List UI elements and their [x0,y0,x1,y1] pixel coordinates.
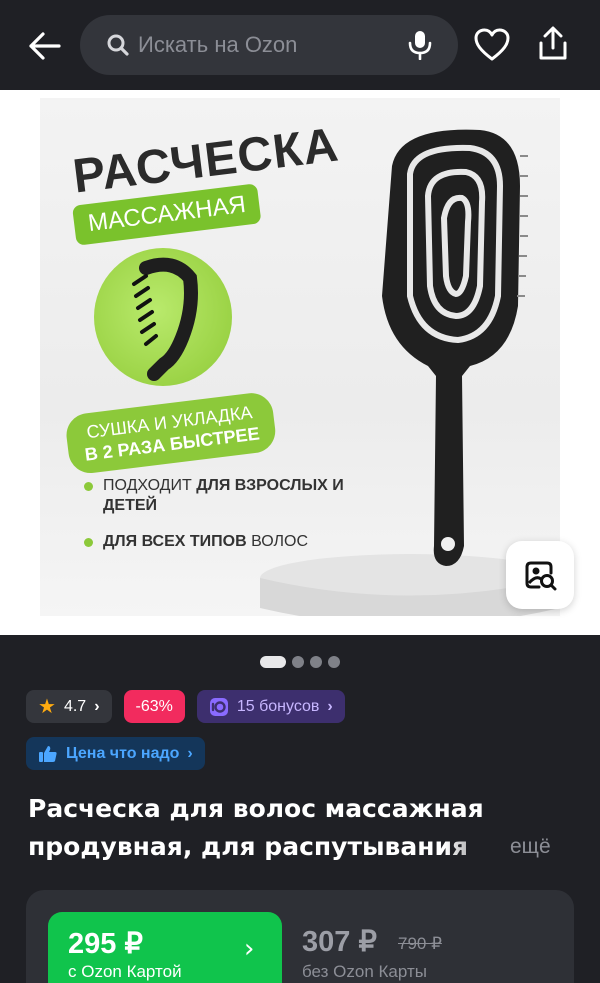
bonus-badge[interactable]: 15 бонусов › [196,690,345,723]
pagination-dot[interactable] [310,656,322,668]
back-button[interactable] [20,24,68,68]
discount-value: -63% [135,697,173,715]
product-photo[interactable]: РАСЧЕСКА МАССАЖНАЯ СУШКА И УКЛАДКА В 2 Р… [40,98,560,616]
brush-image [382,129,528,566]
bullet-dot [84,538,93,547]
price-promo-badge[interactable]: Цена что надо › [26,737,205,770]
top-bar: Искать на Ozon [0,0,600,90]
price-card: 295 ₽ с Ozon Картой › 307 ₽ 790 ₽ без Oz… [26,890,574,983]
pagination-dot-active[interactable] [260,656,286,668]
regular-price: 307 ₽ [302,926,377,958]
promo-speed-badge: СУШКА И УКЛАДКА В 2 РАЗА БЫСТРЕЕ [64,390,278,476]
rating-badge[interactable]: ★ 4.7 › [26,690,112,723]
bonus-value: 15 бонусов [236,697,320,715]
search-bar[interactable]: Искать на Ozon [80,15,458,75]
image-search-button[interactable] [506,541,574,609]
pagination-dot[interactable] [292,656,304,668]
product-title: Расческа для волос массажная продувная, … [28,790,580,866]
feature-item: ПОДХОДИТ ДЛЯ ВЗРОСЛЫХ И ДЕТЕЙ [84,476,363,516]
gallery-pagination[interactable] [0,655,600,669]
chevron-right-icon: › [244,934,255,964]
brush-closeup-circle [94,248,232,386]
badges-row: ★ 4.7 › -63% 15 бонусов › [26,690,345,723]
microphone-icon[interactable] [406,30,434,60]
title-more-link[interactable]: ещё [510,828,551,866]
star-icon: ★ [38,696,56,718]
image-search-icon [525,561,557,591]
search-icon [107,34,129,56]
chevron-right-icon: › [187,744,193,762]
bonus-icon [209,697,228,716]
feature-text-bold: ДЛЯ ВСЕХ ТИПОВ [103,533,247,550]
discount-badge: -63% [123,690,185,723]
chevron-right-icon: › [94,697,100,715]
rating-value: 4.7 [63,697,87,715]
product-title-line1: Расческа для волос массажная [28,794,484,823]
ozon-card-price: 295 ₽ [68,928,143,960]
regular-price-label: без Ozon Карты [302,962,427,981]
heart-icon[interactable] [474,28,510,62]
chevron-right-icon: › [327,697,333,715]
feature-text: ПОДХОДИТ [103,477,197,494]
ozon-card-label: с Ozon Картой [68,962,182,981]
pagination-dot[interactable] [328,656,340,668]
ozon-card-price-button[interactable]: 295 ₽ с Ozon Картой › [48,912,282,983]
back-arrow-icon [29,32,61,60]
product-title-line2: продувная, для распутывания [28,832,469,861]
brush-side-image [132,257,198,381]
old-price: 790 ₽ [398,934,442,953]
share-icon[interactable] [536,26,570,62]
bullet-dot [84,482,93,491]
price-promo-label: Цена что надо [66,744,180,762]
thumbs-up-icon [39,745,57,762]
search-input[interactable]: Искать на Ozon [138,15,297,75]
